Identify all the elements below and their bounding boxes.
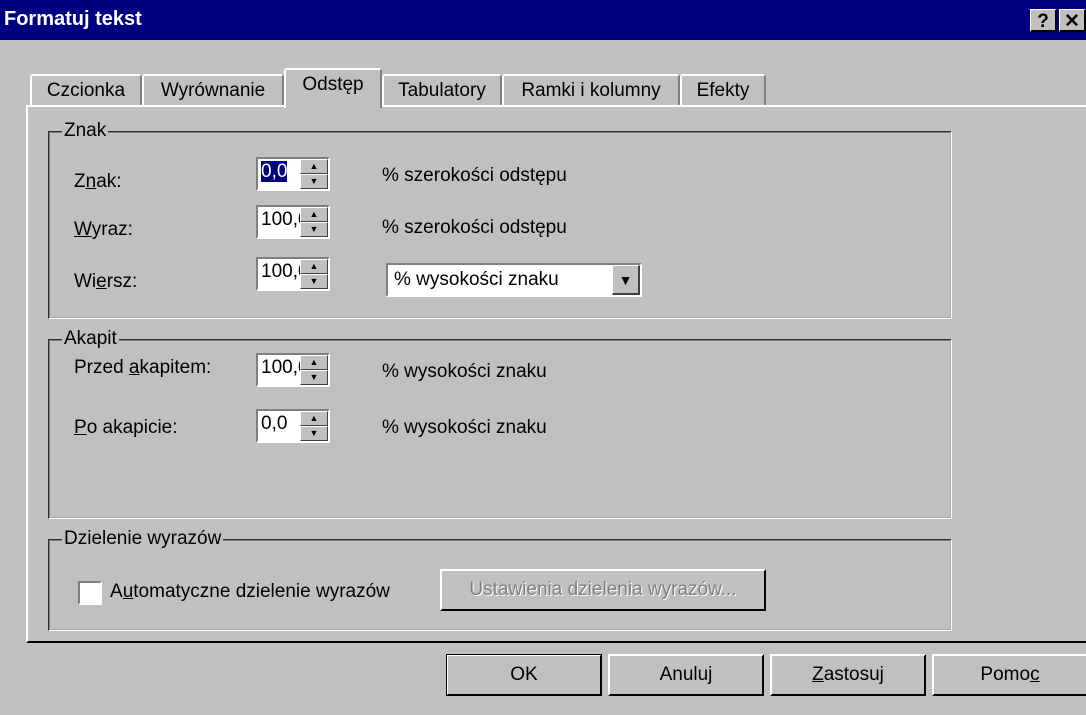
przed-akapitem-spinner[interactable]: ▲ ▼ xyxy=(300,355,328,385)
tab-wyrownanie[interactable]: Wyrównanie xyxy=(142,74,284,106)
title-bar: Formatuj tekst ? ✕ xyxy=(0,0,1086,40)
znak-group: Znak Znak: 0,0 ▲ ▼ % szerokości odstępu W… xyxy=(48,121,952,319)
znak-spinner[interactable]: ▲ ▼ xyxy=(300,159,328,189)
hyphenation-legend: Dzielenie wyrazów xyxy=(62,528,224,549)
help-button[interactable]: Pomoc xyxy=(932,654,1086,696)
po-akapicie-spin-field[interactable]: 0,0 ▲ ▼ xyxy=(256,409,330,443)
przed-akapitem-unit: % wysokości znaku xyxy=(382,361,547,382)
cancel-button[interactable]: Anuluj xyxy=(608,654,764,696)
close-button[interactable]: ✕ xyxy=(1059,9,1086,32)
window-title: Formatuj tekst xyxy=(4,8,142,30)
po-akapicie-label: Po akapicie: xyxy=(74,417,178,438)
ok-button[interactable]: OK xyxy=(446,654,602,696)
dropdown-arrow-icon[interactable]: ▼ xyxy=(612,265,640,295)
po-akapicie-value: 0,0 xyxy=(261,413,288,434)
wyraz-label: Wyraz: xyxy=(74,219,133,240)
znak-unit: % szerokości odstępu xyxy=(382,165,567,186)
wyraz-spin-field[interactable]: 100,0 ▲ ▼ xyxy=(256,205,330,239)
wiersz-spin-field[interactable]: 100,0 ▲ ▼ xyxy=(256,257,330,291)
wyraz-unit: % szerokości odstępu xyxy=(382,217,567,238)
tab-panel: Znak Znak: 0,0 ▲ ▼ % szerokości odstępu W… xyxy=(26,105,1086,643)
hyphenation-settings-button[interactable]: Ustawienia dzielenia wyrazów... xyxy=(440,569,766,611)
tab-ramki-i-kolumny[interactable]: Ramki i kolumny xyxy=(502,74,680,106)
help-title-button[interactable]: ? xyxy=(1030,9,1057,32)
auto-hyphenation-label[interactable]: Automatyczne dzielenie wyrazów xyxy=(110,581,390,603)
wiersz-unit-select[interactable]: % wysokości znaku ▼ xyxy=(386,263,642,297)
po-akapicie-spinner[interactable]: ▲ ▼ xyxy=(300,411,328,441)
wyraz-spinner[interactable]: ▲ ▼ xyxy=(300,207,328,237)
spin-up-icon[interactable]: ▲ xyxy=(300,259,328,274)
spin-up-icon[interactable]: ▲ xyxy=(300,411,328,426)
znak-legend: Znak xyxy=(62,120,109,141)
spin-up-icon[interactable]: ▲ xyxy=(300,207,328,222)
hyphenation-group: Dzielenie wyrazów Automatyczne dzielenie… xyxy=(48,529,952,631)
spin-down-icon[interactable]: ▼ xyxy=(300,370,328,385)
spin-down-icon[interactable]: ▼ xyxy=(300,426,328,441)
auto-hyphenation-checkbox[interactable] xyxy=(78,581,102,605)
wiersz-label: Wiersz: xyxy=(74,271,138,292)
po-akapicie-unit: % wysokości znaku xyxy=(382,417,547,438)
spin-up-icon[interactable]: ▲ xyxy=(300,159,328,174)
spin-down-icon[interactable]: ▼ xyxy=(300,174,328,189)
znak-label: Znak: xyxy=(74,171,122,192)
przed-akapitem-label: Przed akapitem: xyxy=(74,357,212,378)
spin-down-icon[interactable]: ▼ xyxy=(300,274,328,289)
apply-button[interactable]: Zastosuj xyxy=(770,654,926,696)
akapit-group: Akapit Przed akapitem: 100,0 ▲ ▼ % wysoko… xyxy=(48,329,952,519)
wiersz-unit-value: % wysokości znaku xyxy=(394,269,559,290)
przed-akapitem-spin-field[interactable]: 100,0 ▲ ▼ xyxy=(256,353,330,387)
znak-spin-field[interactable]: 0,0 ▲ ▼ xyxy=(256,157,330,191)
tab-tabulatory[interactable]: Tabulatory xyxy=(382,74,502,106)
spin-up-icon[interactable]: ▲ xyxy=(300,355,328,370)
znak-value: 0,0 xyxy=(261,161,288,182)
wiersz-spinner[interactable]: ▲ ▼ xyxy=(300,259,328,289)
akapit-legend: Akapit xyxy=(62,328,119,349)
tab-efekty[interactable]: Efekty xyxy=(680,74,766,106)
tab-odstep[interactable]: Odstęp xyxy=(284,68,382,108)
spin-down-icon[interactable]: ▼ xyxy=(300,222,328,237)
tab-czcionka[interactable]: Czcionka xyxy=(30,74,142,106)
